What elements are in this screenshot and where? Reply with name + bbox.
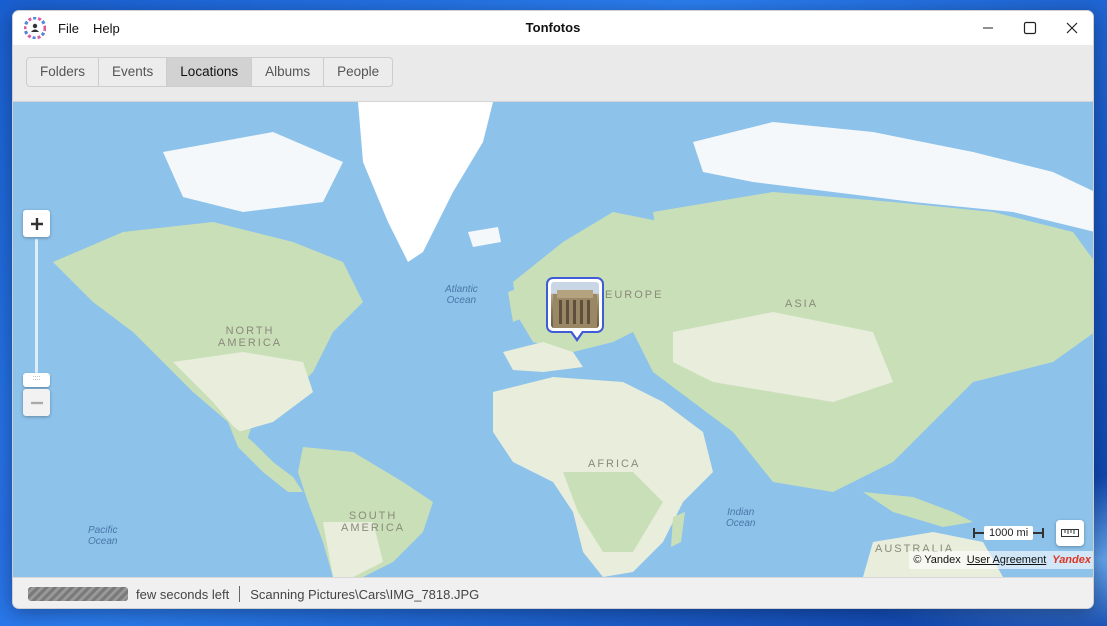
yandex-logo[interactable]: Yandex [1052, 554, 1091, 566]
tab-people[interactable]: People [324, 58, 392, 86]
menu-file[interactable]: File [58, 21, 79, 36]
scale-label: 1000 mi [984, 526, 1034, 540]
photo-location-marker[interactable] [546, 277, 604, 342]
label-pacific-ocean: Pacific Ocean [88, 525, 118, 547]
label-indian-ocean: Indian Ocean [726, 507, 756, 529]
zoom-in-button[interactable] [23, 210, 50, 237]
maximize-icon [1023, 21, 1037, 35]
tab-events[interactable]: Events [99, 58, 168, 86]
status-bar: few seconds left Scanning Pictures\Cars\… [13, 577, 1093, 608]
label-north-america: NORTH AMERICA [218, 325, 283, 349]
user-agreement-link[interactable]: User Agreement [967, 554, 1046, 566]
label-asia: ASIA [785, 298, 819, 310]
map-attribution: © Yandex User Agreement Yandex [909, 551, 1093, 569]
scanning-path-text: Scanning Pictures\Cars\IMG_7818.JPG [250, 586, 480, 602]
view-tabs: Folders Events Locations Albums People [26, 57, 394, 87]
tab-albums[interactable]: Albums [252, 58, 325, 86]
minimize-icon [983, 27, 993, 29]
close-button[interactable] [1051, 11, 1093, 45]
label-south-america: SOUTH AMERICA [341, 510, 406, 534]
title-bar: File Help Tonfotos [13, 11, 1093, 45]
app-window: File Help Tonfotos Folders Events Locati… [12, 10, 1094, 609]
close-icon [1066, 22, 1078, 34]
scan-progress-bar [28, 587, 128, 601]
label-atlantic-ocean: Atlantic Ocean [445, 284, 478, 306]
minimize-button[interactable] [967, 11, 1009, 45]
toolbar: Folders Events Locations Albums People [13, 45, 1093, 102]
zoom-slider-track[interactable] [35, 239, 38, 385]
menu-help[interactable]: Help [93, 21, 120, 36]
tab-locations[interactable]: Locations [167, 58, 253, 86]
ruler-icon [1061, 529, 1079, 537]
ruler-button[interactable] [1056, 520, 1084, 546]
map-scale: 1000 mi [973, 526, 1045, 540]
maximize-button[interactable] [1009, 11, 1051, 45]
label-africa: AFRICA [588, 458, 641, 470]
photo-thumbnail [551, 282, 599, 328]
time-left-text: few seconds left [136, 586, 230, 602]
status-divider [239, 586, 241, 602]
tab-folders[interactable]: Folders [27, 58, 100, 86]
world-map-tiles [53, 102, 1093, 577]
window-title: Tonfotos [525, 20, 581, 35]
minus-icon [30, 401, 43, 404]
world-map[interactable]: NORTH AMERICA SOUTH AMERICA EUROPE ASIA … [13, 102, 1093, 577]
plus-icon [30, 217, 43, 230]
app-logo-icon [24, 17, 46, 39]
copyright-text: © Yandex [913, 554, 961, 566]
label-europe: EUROPE [605, 289, 664, 301]
zoom-out-button[interactable] [23, 389, 50, 416]
zoom-slider-handle[interactable]: :::: [23, 373, 50, 387]
